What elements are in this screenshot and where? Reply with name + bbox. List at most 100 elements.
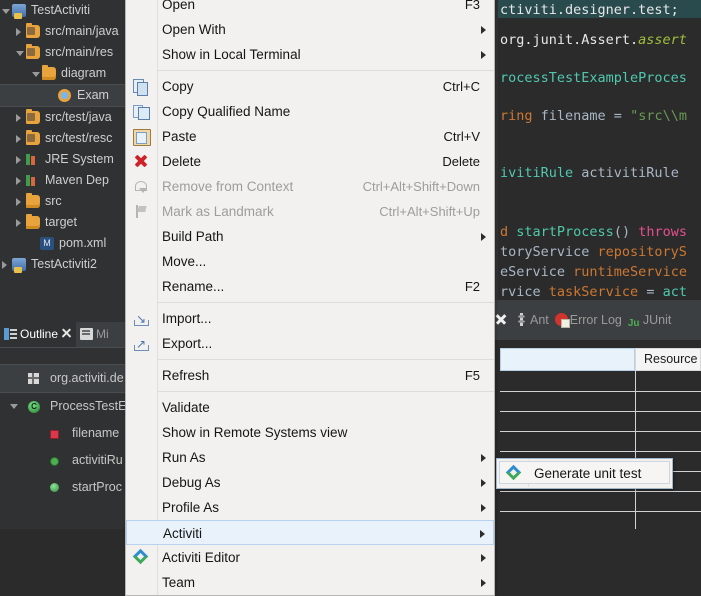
table-row[interactable] — [500, 491, 701, 512]
view-tab[interactable]: Error Log — [552, 306, 625, 334]
menu-item[interactable]: Team — [126, 570, 494, 595]
menu-item[interactable]: Import... — [126, 306, 494, 332]
menu-item-shortcut: Ctrl+Alt+Shift+Down — [362, 179, 480, 194]
menu-item[interactable]: Delete Delete — [126, 149, 494, 174]
project-explorer-tree[interactable]: TestActiviti src/main/java src/main/res dia… — [0, 0, 125, 322]
tree-item[interactable]: Exam — [0, 84, 125, 107]
menu-item[interactable]: Show in Local Terminal — [126, 42, 494, 67]
chevron-right-icon[interactable] — [16, 114, 21, 122]
table-row[interactable] — [500, 371, 701, 392]
close-icon[interactable] — [61, 328, 72, 339]
menu-item-label: Activiti Editor — [162, 550, 241, 565]
table-header-cell-blank[interactable] — [500, 348, 635, 371]
menu-item[interactable]: Activiti — [126, 520, 494, 545]
menu-item[interactable]: Build Path — [126, 224, 494, 249]
tree-item[interactable]: JRE System — [0, 149, 125, 170]
chevron-right-icon[interactable] — [16, 177, 21, 185]
tree-item[interactable]: src/test/java — [0, 107, 125, 128]
view-tab[interactable]: Ju JUnit — [625, 306, 674, 334]
tree-item-label: src/test/java — [45, 110, 112, 124]
tree-item[interactable]: target — [0, 212, 125, 233]
table-row[interactable] — [500, 411, 701, 432]
outline-item[interactable]: ProcessTestEx — [0, 393, 133, 420]
active-tab-close[interactable] — [492, 306, 512, 334]
table-row[interactable] — [500, 391, 701, 412]
chevron-right-icon[interactable] — [16, 28, 21, 36]
tree-item[interactable]: TestActiviti — [0, 0, 125, 21]
outline-view-tabbar[interactable]: Outline Mi — [0, 322, 125, 348]
outline-item[interactable]: filename — [0, 420, 125, 447]
tree-item[interactable]: src/main/java — [0, 21, 125, 42]
folder-icon — [26, 193, 40, 208]
tree-item[interactable]: diagram — [0, 63, 125, 84]
menu-item[interactable]: Debug As — [126, 470, 494, 495]
view-tab-label: Ant — [530, 313, 549, 327]
bottom-view-tabbar[interactable]: Ant Error Log Ju JUnit — [492, 300, 701, 340]
java-project-icon — [12, 4, 26, 19]
outline-view-icon — [4, 328, 17, 340]
maven-pom-icon: M — [40, 237, 54, 250]
tree-item[interactable]: src — [0, 191, 125, 212]
code-token: = — [605, 108, 631, 124]
tree-item-label: TestActiviti — [31, 3, 91, 17]
menu-item[interactable]: Move... — [126, 249, 494, 274]
paste-icon — [133, 129, 151, 146]
chevron-right-icon[interactable] — [16, 135, 21, 143]
junit-view-icon: Ju — [627, 318, 640, 329]
outline-tree[interactable]: org.activiti.de ProcessTestEx filename acti… — [0, 348, 133, 501]
code-line: org.junit.Assert.assert — [500, 32, 687, 48]
tree-item[interactable]: Maven Dep — [0, 170, 125, 191]
table-header-cell-resource[interactable]: Resource — [635, 348, 701, 371]
tree-item[interactable]: Mpom.xml — [0, 233, 125, 254]
code-editor[interactable]: ctiviti.designer.test; org.junit.Assert.a… — [492, 0, 701, 300]
tree-item[interactable]: src/test/resc — [0, 128, 125, 149]
bpmn-diagram-icon — [58, 89, 71, 102]
code-token: rocessTestExampleProces — [500, 70, 687, 86]
chevron-down-icon[interactable] — [2, 9, 10, 14]
outline-item[interactable]: org.activiti.de — [0, 364, 125, 393]
menu-item[interactable]: Validate — [126, 395, 494, 420]
chevron-right-icon[interactable] — [2, 261, 7, 269]
outline-item-label: ProcessTestEx — [50, 399, 133, 413]
close-icon[interactable] — [495, 313, 507, 325]
outline-item[interactable]: activitiRu — [0, 447, 125, 474]
code-line: rocessTestExampleProces — [500, 70, 687, 86]
view-tab[interactable]: Ant — [512, 306, 552, 334]
menu-item: Mark as Landmark Ctrl+Alt+Shift+Up — [126, 199, 494, 224]
menu-item[interactable]: Open F3 — [126, 0, 494, 17]
view-tab-label: Outline — [20, 327, 59, 341]
chevron-down-icon[interactable] — [10, 404, 18, 409]
submenu-item[interactable]: Generate unit test — [499, 461, 670, 484]
menu-item[interactable]: Profile As — [126, 495, 494, 520]
chevron-down-icon[interactable] — [16, 51, 24, 56]
menu-item[interactable]: Open With — [126, 17, 494, 42]
menu-item[interactable]: Copy Qualified Name — [126, 99, 494, 124]
menu-item[interactable]: Run As — [126, 445, 494, 470]
menu-item[interactable]: Rename... F2 — [126, 274, 494, 299]
chevron-right-icon[interactable] — [16, 219, 21, 227]
problems-table[interactable]: Resource — [492, 340, 701, 529]
activiti-submenu[interactable]: Generate unit test — [496, 458, 673, 489]
menu-item[interactable]: Activiti Editor — [126, 545, 494, 570]
outline-item[interactable]: startProc — [0, 474, 125, 501]
chevron-right-icon[interactable] — [16, 156, 21, 164]
menu-item-label: Copy Qualified Name — [162, 104, 291, 119]
chevron-down-icon[interactable] — [32, 72, 40, 77]
context-menu[interactable]: Open F3 Open With Show in Local Terminal Cop… — [125, 0, 495, 596]
menu-item[interactable]: Export... — [126, 331, 494, 357]
submenu-item-label: Generate unit test — [534, 466, 642, 481]
code-token: toryService — [500, 244, 590, 260]
menu-item[interactable]: Refresh F5 — [126, 363, 494, 388]
view-tab[interactable]: Mi — [76, 322, 113, 347]
tree-item-label: pom.xml — [59, 236, 107, 250]
view-tab[interactable]: Outline — [0, 322, 77, 347]
tree-item-label: src/main/res — [45, 45, 114, 59]
menu-item[interactable]: Copy Ctrl+C — [126, 74, 494, 99]
copy-icon — [133, 79, 149, 96]
menu-item[interactable]: Show in Remote Systems view — [126, 420, 494, 445]
menu-item[interactable]: Paste Ctrl+V — [126, 124, 494, 149]
tree-item[interactable]: src/main/res — [0, 42, 125, 63]
tree-item[interactable]: TestActiviti2 — [0, 254, 125, 275]
chevron-right-icon[interactable] — [16, 198, 21, 206]
table-row[interactable] — [500, 431, 701, 452]
